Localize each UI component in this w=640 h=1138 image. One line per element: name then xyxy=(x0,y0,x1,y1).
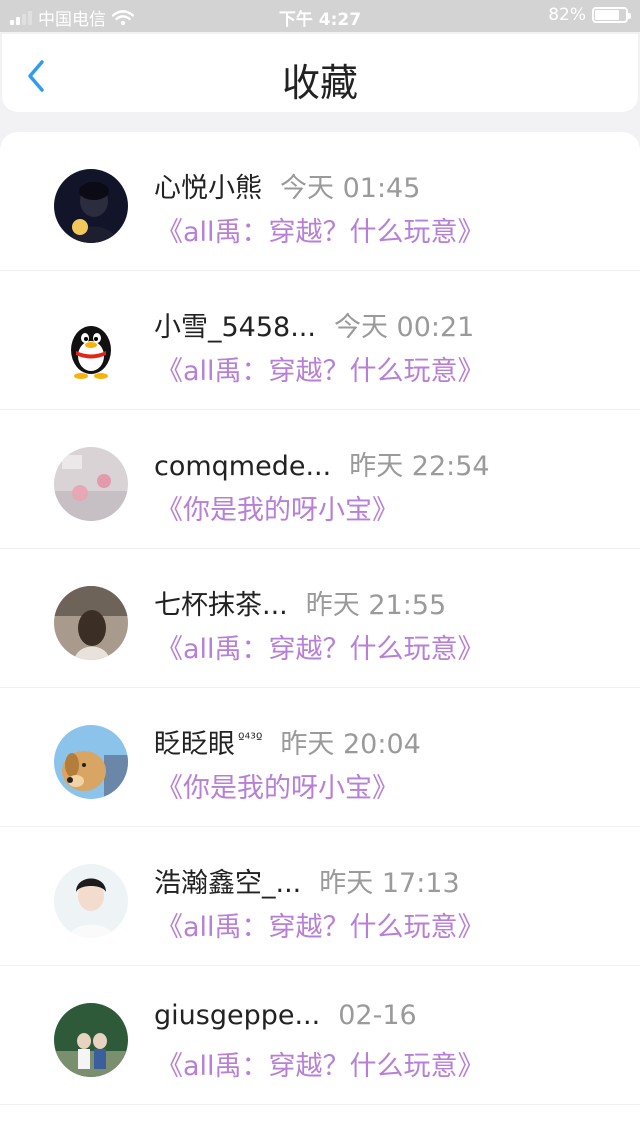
timestamp: 昨天 21:55 xyxy=(305,590,447,621)
work-title: 《all禹：穿越？什么玩意》 xyxy=(156,634,485,665)
avatar xyxy=(54,1003,128,1077)
work-title: 《all禹：穿越？什么玩意》 xyxy=(156,217,485,248)
user-name: giusgeppe... xyxy=(154,1000,321,1031)
avatar xyxy=(54,447,128,521)
user-name: 浩瀚鑫空_... xyxy=(154,868,302,899)
qq-penguin-avatar xyxy=(54,308,128,382)
timestamp: 今天 01:45 xyxy=(280,173,421,204)
user-name: 七杯抹茶... xyxy=(154,590,288,621)
battery-icon xyxy=(592,7,631,23)
battery-percent: 82% xyxy=(548,5,586,25)
dog-avatar xyxy=(54,725,128,799)
list-item[interactable]: comqmede... 昨天 22:54 《你是我的呀小宝》 xyxy=(0,410,640,549)
avatar xyxy=(54,864,128,938)
user-name: 眨眨眼 xyxy=(154,729,235,760)
timestamp: 昨天 17:13 xyxy=(319,868,460,899)
work-title: 《all禹：穿越？什么玩意》 xyxy=(156,1051,485,1082)
status-right: 82% xyxy=(548,5,631,25)
page-title: 收藏 xyxy=(281,61,358,105)
avatar xyxy=(54,169,128,243)
name-suffix: º⁴³º xyxy=(238,731,263,747)
list-item[interactable]: 小雪_5458... 今天 00:21 《all禹：穿越？什么玩意》 xyxy=(0,271,640,410)
list-item[interactable]: 七杯抹茶... 昨天 21:55 《all禹：穿越？什么玩意》 xyxy=(0,549,640,688)
timestamp: 昨天 22:54 xyxy=(349,451,490,482)
list-item[interactable]: 心悦小熊 今天 01:45 《all禹：穿越？什么玩意》 xyxy=(0,132,640,271)
work-title: 《你是我的呀小宝》 xyxy=(156,495,399,526)
work-title: 《你是我的呀小宝》 xyxy=(156,773,399,804)
user-name: 心悦小熊 xyxy=(154,173,262,204)
list-item[interactable]: giusgeppe... 02-16 《all禹：穿越？什么玩意》 xyxy=(0,966,640,1105)
nav-bar: 收藏 xyxy=(2,34,638,112)
work-title: 《all禹：穿越？什么玩意》 xyxy=(156,356,485,387)
status-time: 下午 4:27 xyxy=(278,10,362,30)
status-bar: 中国电信 下午 4:27 82% xyxy=(0,0,640,32)
timestamp: 昨天 20:04 xyxy=(280,729,421,760)
user-name: comqmede... xyxy=(154,451,332,482)
work-title: 《all禹：穿越？什么玩意》 xyxy=(156,912,485,943)
timestamp: 今天 00:21 xyxy=(333,312,475,343)
user-name: 小雪_5458... xyxy=(154,312,316,343)
list-item[interactable]: 浩瀚鑫空_... 昨天 17:13 《all禹：穿越？什么玩意》 xyxy=(0,827,640,966)
list-item[interactable]: 眨眨眼 º⁴³º 昨天 20:04 《你是我的呀小宝》 xyxy=(0,688,640,827)
timestamp: 02-16 xyxy=(338,1000,417,1031)
avatar xyxy=(54,586,128,660)
favorites-list: 心悦小熊 今天 01:45 《all禹：穿越？什么玩意》 小雪_5458... 今天… xyxy=(0,132,640,1138)
